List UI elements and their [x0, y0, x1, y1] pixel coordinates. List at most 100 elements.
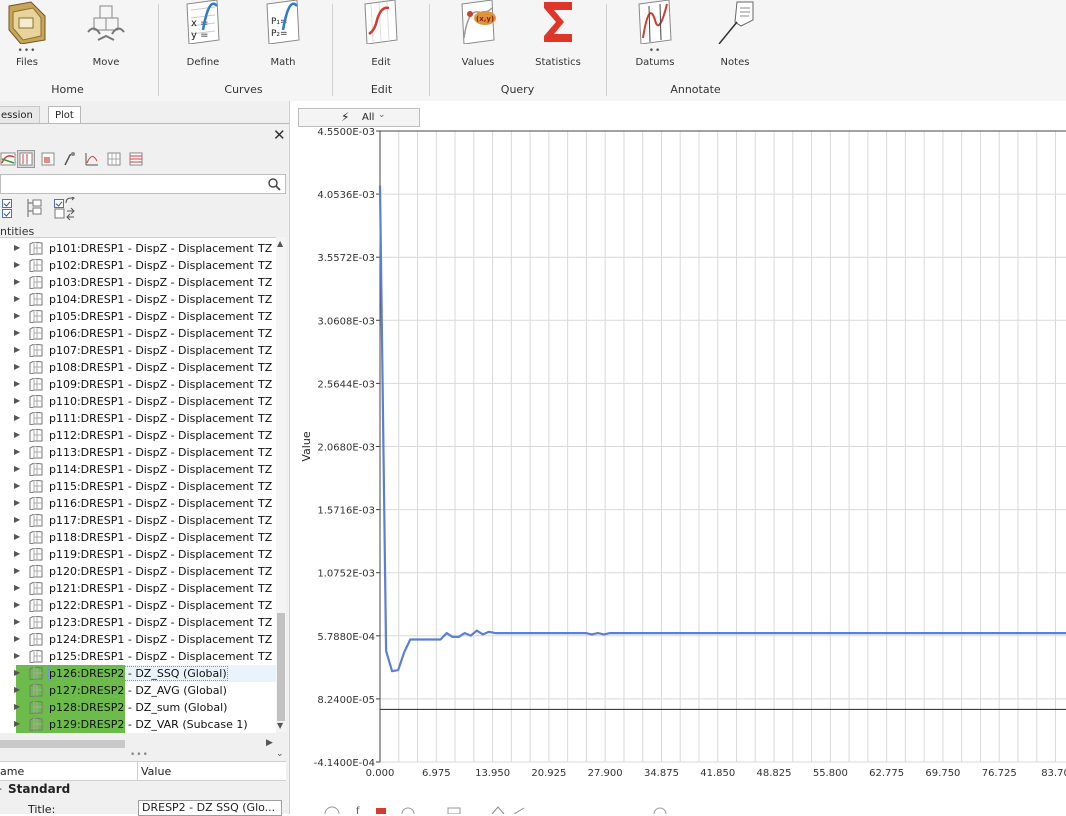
expand-arrow-icon[interactable]: ▶ — [14, 328, 20, 337]
table-icon[interactable] — [128, 151, 144, 167]
expand-arrow-icon[interactable]: ▶ — [14, 294, 20, 303]
scroll-down-icon[interactable]: ▼ — [277, 721, 283, 730]
expand-arrow-icon[interactable]: ▶ — [14, 719, 20, 728]
tree-row[interactable]: ▶ p108:DRESP1 - DispZ - Displacement TZ — [0, 359, 276, 376]
scrollbar-thumb[interactable] — [0, 740, 125, 748]
expand-arrow-icon[interactable]: ▶ — [14, 260, 20, 269]
expand-arrow-icon[interactable]: ▶ — [14, 481, 20, 490]
tree-row[interactable]: ▶ p129:DRESP2 - DZ_VAR (Subcase 1) — [0, 716, 276, 733]
expand-arrow-icon[interactable]: ▶ — [14, 396, 20, 405]
expand-arrow-icon[interactable]: ▶ — [14, 566, 20, 575]
column-divider[interactable] — [137, 762, 138, 780]
move-button[interactable]: Move — [71, 0, 141, 72]
tree-row[interactable]: ▶ p109:DRESP1 - DispZ - Displacement TZ — [0, 376, 276, 393]
expand-arrow-icon[interactable]: ▶ — [14, 277, 20, 286]
expand-arrow-icon[interactable]: ▶ — [14, 447, 20, 456]
expand-arrow-icon[interactable]: ▶ — [14, 532, 20, 541]
tree-row[interactable]: ▶ p112:DRESP1 - DispZ - Displacement TZ — [0, 427, 276, 444]
collapse-chevron-icon[interactable]: ⌄ — [276, 749, 284, 759]
expand-tree-icon[interactable] — [25, 197, 43, 219]
expand-arrow-icon[interactable]: ▶ — [14, 651, 20, 660]
expand-arrow-icon[interactable]: ▶ — [14, 668, 20, 677]
tree-row[interactable]: ▶ p115:DRESP1 - DispZ - Displacement TZ — [0, 478, 276, 495]
table-icon[interactable] — [447, 807, 461, 814]
curves-icon[interactable] — [0, 151, 16, 167]
expand-arrow-icon[interactable]: ▶ — [14, 464, 20, 473]
tree-row[interactable]: ▶ p121:DRESP1 - DispZ - Displacement TZ — [0, 580, 276, 597]
expand-arrow-icon[interactable]: ▶ — [14, 685, 20, 694]
zoom-icon[interactable] — [491, 806, 505, 814]
tree-row[interactable]: ▶ p118:DRESP1 - DispZ - Displacement TZ — [0, 529, 276, 546]
files-button[interactable]: ••• Files — [0, 0, 62, 72]
scroll-right-icon[interactable]: ▶ — [266, 738, 273, 748]
checkbox-icon[interactable] — [2, 209, 12, 218]
pan-icon[interactable] — [401, 807, 415, 814]
values-button[interactable]: (x,y) Values — [443, 0, 513, 72]
tree-row[interactable]: ▶ p102:DRESP1 - DispZ - Displacement TZ — [0, 257, 276, 274]
axis-icon[interactable] — [84, 151, 100, 167]
expand-arrow-icon[interactable]: ▶ — [14, 634, 20, 643]
tree-row[interactable]: ▶ p110:DRESP1 - DispZ - Displacement TZ — [0, 393, 276, 410]
tree-row[interactable]: ▶ p111:DRESP1 - DispZ - Displacement TZ — [0, 410, 276, 427]
expand-arrow-icon[interactable]: ▶ — [14, 345, 20, 354]
expand-arrow-icon[interactable]: ▶ — [14, 498, 20, 507]
tree-row[interactable]: ▶ p103:DRESP1 - DispZ - Displacement TZ — [0, 274, 276, 291]
tree-row[interactable]: ▶ p113:DRESP1 - DispZ - Displacement TZ — [0, 444, 276, 461]
tree-row[interactable]: ▶ p120:DRESP1 - DispZ - Displacement TZ — [0, 563, 276, 580]
tree-row[interactable]: ▶ p117:DRESP1 - DispZ - Displacement TZ — [0, 512, 276, 529]
tab-session[interactable]: ession — [0, 106, 40, 124]
expand-arrow-icon[interactable]: ▶ — [14, 583, 20, 592]
tree-row[interactable]: ▶ p122:DRESP1 - DispZ - Displacement TZ — [0, 597, 276, 614]
expand-arrow-icon[interactable]: ▶ — [14, 600, 20, 609]
splitter-grip-icon[interactable]: ••• — [130, 750, 149, 760]
statistics-button[interactable]: Statistics — [523, 0, 593, 72]
notes-button[interactable]: Notes — [700, 0, 770, 72]
expand-arrow-icon[interactable]: ▶ — [14, 243, 20, 252]
scrollbar-thumb[interactable] — [277, 613, 285, 721]
math-button[interactable]: P₁= P₂= Math — [248, 0, 318, 72]
tree-row[interactable]: ▶ p104:DRESP1 - DispZ - Displacement TZ — [0, 291, 276, 308]
tab-plot[interactable]: Plot — [48, 106, 81, 124]
expand-arrow-icon[interactable]: ▶ — [14, 702, 20, 711]
expand-arrow-icon[interactable]: ▶ — [14, 362, 20, 371]
define-button[interactable]: x = y = Define — [168, 0, 238, 72]
tree-row[interactable]: ▶ p105:DRESP1 - DispZ - Displacement TZ — [0, 308, 276, 325]
section-collapse-icon[interactable]: - — [0, 782, 2, 795]
tree-row[interactable]: ▶ p106:DRESP1 - DispZ - Displacement TZ — [0, 325, 276, 342]
expand-arrow-icon[interactable]: ▶ — [14, 413, 20, 422]
tree-row[interactable]: ▶ p124:DRESP1 - DispZ - Displacement TZ — [0, 631, 276, 648]
tree-row[interactable]: ▶ p127:DRESP2 - DZ_AVG (Global) — [0, 682, 276, 699]
fit-icon[interactable] — [653, 807, 667, 814]
tree-row[interactable]: ▶ p128:DRESP2 - DZ_sum (Global) — [0, 699, 276, 716]
checkbox-icon[interactable] — [2, 199, 12, 208]
name-column-header[interactable]: ame — [0, 765, 24, 778]
measure-icon[interactable] — [513, 807, 525, 814]
plot-filter-icon[interactable] — [17, 150, 35, 168]
value-column-header[interactable]: Value — [141, 765, 171, 778]
function-icon[interactable]: f — [356, 806, 360, 814]
tree-vertical-scrollbar[interactable]: ▲ ▼ — [276, 237, 286, 732]
tree-row[interactable]: ▶ p101:DRESP1 - DispZ - Displacement TZ — [0, 240, 276, 257]
datum-icon[interactable] — [62, 151, 78, 167]
rotate-icon[interactable] — [324, 806, 340, 814]
series-line[interactable] — [378, 185, 1066, 673]
tree-horizontal-scrollbar[interactable]: ▶ — [0, 738, 276, 749]
expand-arrow-icon[interactable]: ▶ — [14, 311, 20, 320]
grid-icon[interactable] — [106, 151, 122, 167]
expand-arrow-icon[interactable]: ▶ — [14, 515, 20, 524]
tree-row[interactable]: ▶ p107:DRESP1 - DispZ - Displacement TZ — [0, 342, 276, 359]
tree-row[interactable]: ▶ p125:DRESP1 - DispZ - Displacement TZ — [0, 648, 276, 665]
tree-row[interactable]: ▶ p119:DRESP1 - DispZ - Displacement TZ — [0, 546, 276, 563]
search-icon[interactable] — [267, 177, 281, 191]
expand-arrow-icon[interactable]: ▶ — [14, 549, 20, 558]
refresh-icon[interactable] — [64, 197, 76, 207]
marker-icon[interactable] — [376, 808, 386, 814]
xy-plot[interactable]: 4.5500E-03 4.0536E-03 3.5572E-03 3.0608E-03… — [290, 101, 1066, 814]
expand-arrow-icon[interactable]: ▶ — [14, 617, 20, 626]
close-icon[interactable]: ✕ — [273, 126, 286, 144]
scroll-up-icon[interactable]: ▲ — [277, 239, 283, 248]
tree-row[interactable]: ▶ p114:DRESP1 - DispZ - Displacement TZ — [0, 461, 276, 478]
search-input[interactable] — [0, 174, 286, 194]
page-icon[interactable] — [40, 151, 56, 167]
swap-icon[interactable] — [54, 207, 76, 221]
